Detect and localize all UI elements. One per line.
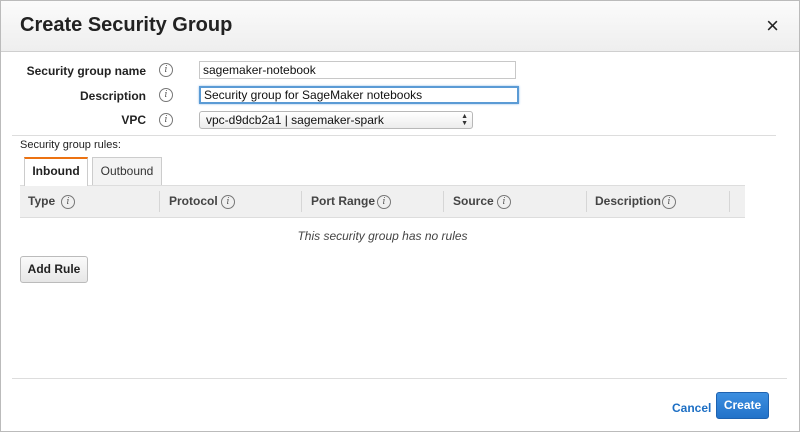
- column-header-description[interactable]: Description: [595, 186, 661, 217]
- info-icon[interactable]: i: [159, 63, 173, 77]
- no-rules-message: This security group has no rules: [297, 229, 468, 243]
- add-rule-button[interactable]: Add Rule: [20, 256, 88, 283]
- footer-divider: [12, 378, 787, 379]
- info-icon[interactable]: i: [662, 195, 676, 209]
- dialog-header: Create Security Group ×: [1, 1, 799, 52]
- column-divider: [443, 191, 444, 212]
- info-icon[interactable]: i: [221, 195, 235, 209]
- create-security-group-dialog: Create Security Group × Security group n…: [0, 0, 800, 432]
- vpc-label: VPC: [121, 113, 146, 127]
- info-icon[interactable]: i: [377, 195, 391, 209]
- rules-divider: [12, 135, 776, 136]
- column-divider: [729, 191, 730, 212]
- column-divider: [159, 191, 160, 212]
- create-button[interactable]: Create: [716, 392, 769, 419]
- column-header-type[interactable]: Type: [28, 186, 55, 217]
- info-icon[interactable]: i: [61, 195, 75, 209]
- description-label: Description: [79, 89, 146, 103]
- dialog-title: Create Security Group: [20, 14, 233, 36]
- column-divider: [586, 191, 587, 212]
- up-down-arrows-icon: ▲ ▼: [461, 113, 468, 127]
- close-icon[interactable]: ×: [766, 13, 779, 39]
- info-icon[interactable]: i: [159, 113, 173, 127]
- column-header-protocol[interactable]: Protocol: [169, 186, 218, 217]
- column-header-port-range[interactable]: Port Range: [311, 186, 375, 217]
- tab-outbound[interactable]: Outbound: [92, 157, 162, 185]
- security-group-name-input[interactable]: sagemaker-notebook: [199, 61, 516, 79]
- vpc-select[interactable]: vpc-d9dcb2a1 | sagemaker-spark ▲ ▼: [199, 111, 473, 129]
- tab-inbound[interactable]: Inbound: [24, 157, 88, 186]
- security-group-name-label: Security group name: [26, 64, 146, 78]
- security-group-rules-caption: Security group rules:: [20, 139, 121, 151]
- rules-table-header: Type i Protocol i Port Range i Source i …: [20, 185, 745, 218]
- info-icon[interactable]: i: [497, 195, 511, 209]
- column-divider: [301, 191, 302, 212]
- cancel-button[interactable]: Cancel: [672, 401, 711, 415]
- description-input[interactable]: Security group for SageMaker notebooks: [199, 86, 519, 104]
- column-header-source[interactable]: Source: [453, 186, 494, 217]
- info-icon[interactable]: i: [159, 88, 173, 102]
- vpc-selected-value: vpc-d9dcb2a1 | sagemaker-spark: [206, 113, 384, 127]
